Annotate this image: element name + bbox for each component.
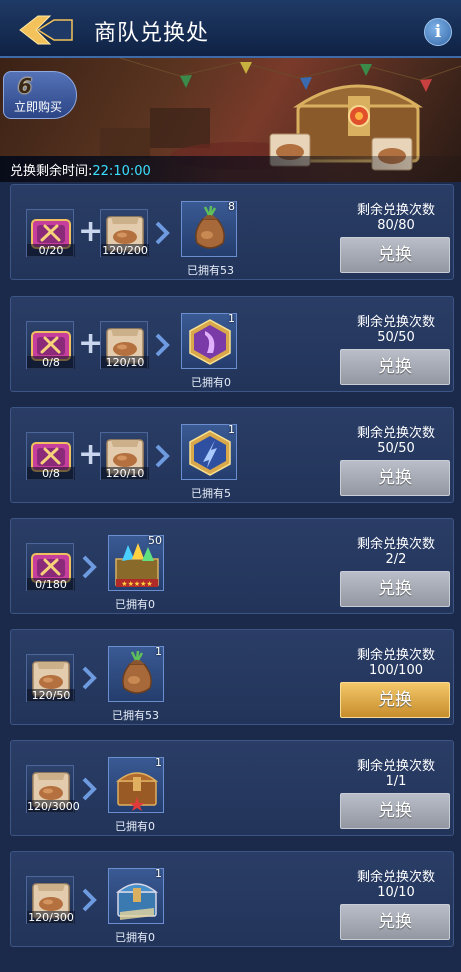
reward-quantity: 1	[228, 423, 235, 436]
remaining-label: 剩余兑换次数	[356, 870, 435, 885]
cost-slot-bag[interactable]: 120/300	[26, 876, 75, 924]
cost-slot-bag[interactable]: 120/200	[100, 209, 149, 257]
exchange-row-3: 0/8 + 120/10 1 已拥有5 剩余兑换次数 50/50 兑换	[10, 407, 454, 503]
cost-count: 120/300	[27, 911, 75, 924]
reward-slot-sack[interactable]: 8	[181, 200, 237, 257]
remaining-value: 50/50	[377, 330, 415, 345]
timer-value: 22:10:00	[92, 164, 151, 179]
exchange-row-1: 0/20 + 120/200 8 已拥有53 剩余兑换次数 80/80 兑换	[10, 184, 454, 280]
cost-count: 0/8	[27, 356, 75, 369]
exchange-button[interactable]: 兑换	[340, 571, 450, 607]
remaining-value: 100/100	[368, 663, 423, 678]
exchange-row-5: 120/50 1 已拥有53 剩余兑换次数 100/100 兑换	[10, 629, 454, 725]
remaining-value: 2/2	[385, 552, 407, 567]
cost-count: 0/180	[27, 578, 75, 591]
shop-banner: 6 立即购买 兑换剩余时间:22:10:00	[0, 58, 461, 182]
remaining-label: 剩余兑换次数	[356, 203, 435, 218]
buy-number: 6	[18, 74, 32, 98]
cost-slot-tool-ticket[interactable]: 0/8	[26, 321, 75, 369]
cost-count: 120/3000	[27, 800, 80, 813]
arrow-right-icon	[155, 444, 170, 468]
cost-count: 120/200	[101, 244, 149, 257]
exchange-button[interactable]: 兑换	[340, 793, 450, 829]
reward-slot-purple-emblem[interactable]: 1	[181, 312, 237, 369]
arrow-right-icon	[82, 888, 97, 912]
exchange-button[interactable]: 兑换	[340, 904, 450, 940]
cost-slot-bag[interactable]: 120/10	[100, 321, 149, 369]
remaining-label: 剩余兑换次数	[356, 426, 435, 441]
cost-count: 0/20	[27, 244, 75, 257]
reward-slot-blue-emblem[interactable]: 1	[181, 423, 237, 480]
back-arrow-icon[interactable]	[16, 12, 74, 48]
arrow-right-icon	[82, 777, 97, 801]
timer-label: 兑换剩余时间:	[10, 164, 93, 179]
reward-slot-sack[interactable]: 1	[108, 645, 164, 702]
owned-count: 已拥有53	[112, 709, 159, 722]
timer-text: 兑换剩余时间:22:10:00	[10, 160, 151, 179]
header-bar: 商队兑换处 i	[0, 0, 461, 58]
info-icon[interactable]: i	[424, 18, 452, 46]
exchange-row-2: 0/8 + 120/10 1 已拥有0 剩余兑换次数 50/50 兑换	[10, 296, 454, 392]
remaining-value: 1/1	[385, 774, 407, 789]
owned-count: 已拥有0	[115, 820, 155, 833]
exchange-row-6: 120/3000 1 已拥有0 剩余兑换次数 1/1 兑换	[10, 740, 454, 836]
page-title: 商队兑换处	[94, 21, 210, 46]
owned-count: 已拥有0	[115, 931, 155, 944]
timer-bar: 兑换剩余时间:22:10:00	[0, 156, 461, 182]
cost-count: 0/8	[27, 467, 75, 480]
reward-slot-gem-chest[interactable]: 50	[108, 534, 164, 591]
exchange-button[interactable]: 兑换	[340, 349, 450, 385]
owned-count: 已拥有5	[191, 487, 231, 500]
reward-quantity: 1	[155, 756, 162, 769]
owned-count: 已拥有0	[191, 376, 231, 389]
cost-slot-tool-ticket[interactable]: 0/20	[26, 209, 75, 257]
remaining-label: 剩余兑换次数	[356, 648, 435, 663]
reward-quantity: 1	[155, 645, 162, 658]
cost-count: 120/10	[101, 356, 149, 369]
reward-quantity: 50	[148, 534, 162, 547]
remaining-label: 剩余兑换次数	[356, 315, 435, 330]
buy-now-label: 立即购买	[14, 100, 63, 114]
remaining-value: 50/50	[377, 441, 415, 456]
remaining-label: 剩余兑换次数	[356, 537, 435, 552]
remaining-value: 10/10	[377, 885, 415, 900]
owned-count: 已拥有0	[115, 598, 155, 611]
reward-quantity: 1	[155, 867, 162, 880]
reward-slot-red-chest[interactable]: 1	[108, 756, 164, 813]
cost-slot-tool-ticket[interactable]: 0/180	[26, 543, 75, 591]
cost-slot-bag[interactable]: 120/10	[100, 432, 149, 480]
cost-count: 120/10	[101, 467, 149, 480]
cost-slot-bag[interactable]: 120/3000	[26, 765, 80, 813]
arrow-right-icon	[155, 221, 170, 245]
arrow-right-icon	[155, 333, 170, 357]
owned-count: 已拥有53	[187, 264, 234, 277]
reward-quantity: 8	[228, 200, 235, 213]
cost-count: 120/50	[27, 689, 75, 702]
arrow-right-icon	[82, 666, 97, 690]
exchange-row-4: 0/180 50 已拥有0 剩余兑换次数 2/2 兑换	[10, 518, 454, 614]
reward-slot-blue-chest[interactable]: 1	[108, 867, 164, 924]
exchange-row-7: 120/300 1 已拥有0 剩余兑换次数 10/10 兑换	[10, 851, 454, 947]
remaining-label: 剩余兑换次数	[356, 759, 435, 774]
buy-now-button[interactable]: 6 立即购买	[3, 71, 77, 119]
exchange-button[interactable]: 兑换	[340, 237, 450, 273]
cost-slot-bag[interactable]: 120/50	[26, 654, 75, 702]
arrow-right-icon	[82, 555, 97, 579]
exchange-button[interactable]: 兑换	[340, 460, 450, 496]
exchange-button[interactable]: 兑换	[340, 682, 450, 718]
remaining-value: 80/80	[377, 218, 415, 233]
cost-slot-tool-ticket[interactable]: 0/8	[26, 432, 75, 480]
reward-quantity: 1	[228, 312, 235, 325]
